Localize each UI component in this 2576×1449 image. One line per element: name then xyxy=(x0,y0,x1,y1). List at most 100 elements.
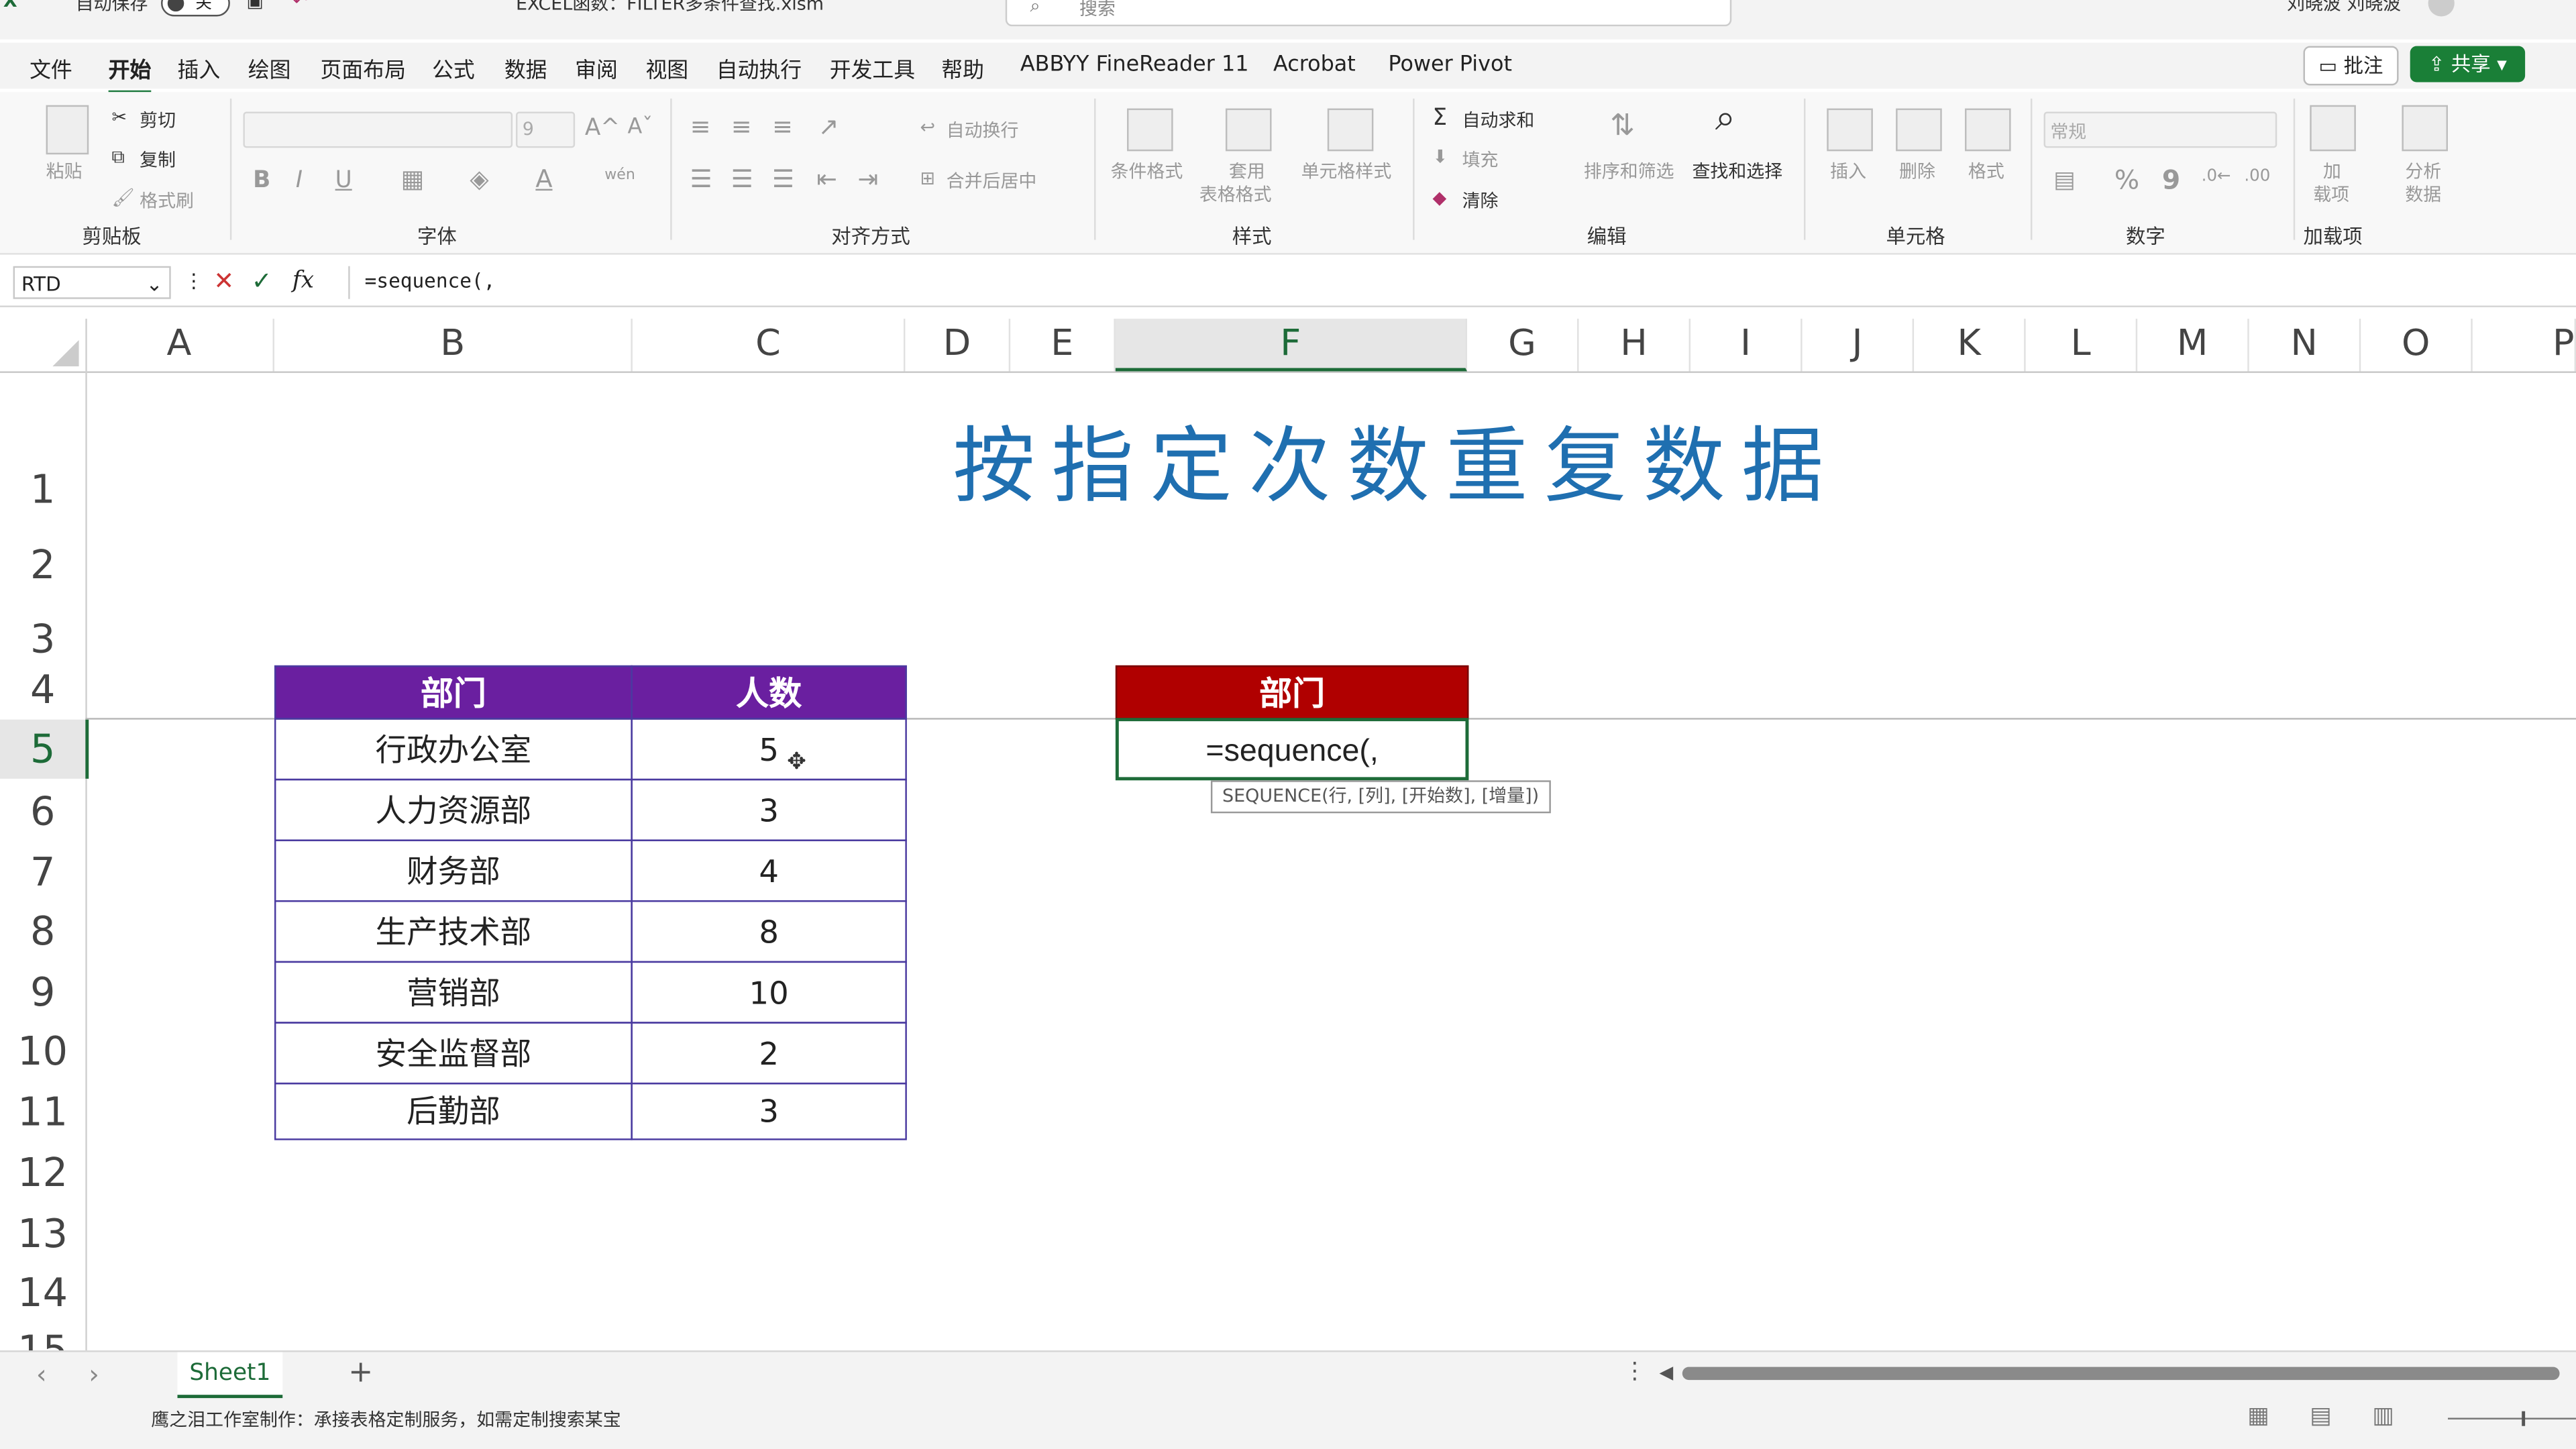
border-icon[interactable]: ▦ xyxy=(401,164,425,194)
row-header-8[interactable]: 8 xyxy=(0,908,85,955)
format-painter-label[interactable]: 格式刷 xyxy=(140,187,194,213)
menu-help[interactable]: 帮助 xyxy=(941,52,984,84)
italic-button[interactable]: I xyxy=(296,168,303,194)
paste-label[interactable]: 粘贴 xyxy=(46,158,83,184)
menu-insert[interactable]: 插入 xyxy=(177,52,220,84)
format-cells-icon[interactable] xyxy=(1965,108,2011,152)
align-middle-icon[interactable]: ≡ xyxy=(731,112,752,142)
table-cell-department[interactable]: 生产技术部 xyxy=(274,900,633,963)
align-left-icon[interactable]: ☰ xyxy=(690,164,712,194)
active-cell-f5[interactable]: =sequence(, xyxy=(1115,718,1469,781)
comma-button[interactable]: 9 xyxy=(2162,164,2180,196)
table-cell-department[interactable]: 后勤部 xyxy=(274,1082,633,1140)
row-header-9[interactable]: 9 xyxy=(0,969,85,1016)
insert-cells-icon[interactable] xyxy=(1827,108,1873,152)
column-header-o[interactable]: O xyxy=(2361,319,2473,372)
column-header-l[interactable]: L xyxy=(2026,319,2138,372)
menu-home[interactable]: 开始 xyxy=(108,52,152,94)
formula-input[interactable]: =sequence(, xyxy=(365,270,496,292)
avatar[interactable] xyxy=(2428,0,2455,17)
column-header-c[interactable]: C xyxy=(633,319,906,372)
table-header-department[interactable]: 部门 xyxy=(274,665,633,720)
align-right-icon[interactable]: ☰ xyxy=(772,164,794,194)
menu-file[interactable]: 文件 xyxy=(30,52,72,84)
phonetic-icon[interactable]: wén xyxy=(604,168,635,184)
row-header-6[interactable]: 6 xyxy=(0,789,85,835)
column-header-i[interactable]: I xyxy=(1690,319,1803,372)
table-cell-headcount[interactable]: 10 xyxy=(631,961,907,1024)
font-color-icon[interactable]: A xyxy=(535,164,552,194)
menu-acrobat[interactable]: Acrobat xyxy=(1273,52,1356,77)
conditional-format-label[interactable]: 条件格式 xyxy=(1111,158,1183,184)
column-header-h[interactable]: H xyxy=(1578,319,1691,372)
cell-styles-label[interactable]: 单元格样式 xyxy=(1301,158,1392,184)
row-header-7[interactable]: 7 xyxy=(0,849,85,896)
column-header-j[interactable]: J xyxy=(1803,319,1915,372)
decrease-indent-icon[interactable]: ⇤ xyxy=(816,164,837,194)
sort-filter-label[interactable]: 排序和筛选 xyxy=(1584,158,1674,184)
format-cells-label[interactable]: 格式 xyxy=(1968,158,2004,184)
fill-icon[interactable]: ⬇ xyxy=(1433,146,1448,168)
prev-sheet-icon[interactable]: ‹ xyxy=(36,1358,47,1390)
row-header-14[interactable]: 14 xyxy=(0,1270,85,1316)
find-icon[interactable]: ⌕ xyxy=(1715,99,1735,140)
column-header-p[interactable]: P xyxy=(2473,319,2576,372)
add-sheet-button[interactable]: + xyxy=(348,1355,373,1389)
menu-developer[interactable]: 开发工具 xyxy=(830,52,915,84)
delete-cells-label[interactable]: 删除 xyxy=(1899,158,1935,184)
column-header-b[interactable]: B xyxy=(274,319,633,372)
copy-label[interactable]: 复制 xyxy=(140,146,176,172)
table-cell-headcount[interactable]: 8 xyxy=(631,900,907,963)
more-icon[interactable]: ⋮ xyxy=(184,270,203,292)
bold-button[interactable]: B xyxy=(253,168,270,194)
table-cell-headcount[interactable]: 3 xyxy=(631,778,907,841)
name-box[interactable]: RTD ⌄ xyxy=(13,266,171,299)
select-all-corner[interactable] xyxy=(0,319,87,372)
cell-styles-icon[interactable] xyxy=(1327,108,1374,152)
row-header-1[interactable]: 1 xyxy=(0,467,85,513)
underline-button[interactable]: U xyxy=(335,168,352,194)
row-header-2[interactable]: 2 xyxy=(0,542,85,588)
next-sheet-icon[interactable]: › xyxy=(89,1358,99,1390)
normal-view-icon[interactable]: ▦ xyxy=(2247,1403,2269,1429)
table-cell-headcount[interactable]: 5 xyxy=(631,718,907,781)
fill-label[interactable]: 填充 xyxy=(1462,146,1499,172)
menu-abbyy[interactable]: ABBYY FineReader 11 xyxy=(1020,52,1249,77)
autosum-icon[interactable]: Σ xyxy=(1433,105,1448,131)
align-bottom-icon[interactable]: ≡ xyxy=(772,112,793,142)
table-cell-department[interactable]: 行政办公室 xyxy=(274,718,633,781)
sheet-tab-sheet1[interactable]: Sheet1 xyxy=(177,1352,283,1399)
autosave-toggle[interactable]: 关 xyxy=(161,0,230,17)
column-header-e[interactable]: E xyxy=(1010,319,1116,372)
column-header-d[interactable]: D xyxy=(905,319,1011,372)
table-header-headcount[interactable]: 人数 xyxy=(631,665,907,720)
wrap-text-icon[interactable]: ↩ xyxy=(920,117,935,138)
conditional-format-icon[interactable] xyxy=(1127,108,1173,152)
menu-power-pivot[interactable]: Power Pivot xyxy=(1388,52,1512,77)
share-button[interactable]: ⇪ 共享 ▾ xyxy=(2410,46,2526,83)
zoom-slider[interactable] xyxy=(2448,1417,2576,1419)
wrap-text-label[interactable]: 自动换行 xyxy=(947,117,1019,143)
menu-view[interactable]: 视图 xyxy=(645,52,688,84)
page-layout-view-icon[interactable]: ▤ xyxy=(2310,1403,2331,1429)
sort-filter-icon[interactable]: ⇅ xyxy=(1610,109,1635,143)
copy-icon[interactable]: ⧉ xyxy=(112,146,125,169)
decrease-decimal-icon[interactable]: .00 xyxy=(2244,168,2270,186)
analyze-data-label-2[interactable]: 数据 xyxy=(2405,180,2441,207)
clear-label[interactable]: 清除 xyxy=(1462,187,1499,213)
menu-draw[interactable]: 绘图 xyxy=(248,52,291,84)
analyze-data-icon[interactable] xyxy=(2402,105,2449,152)
column-header-n[interactable]: N xyxy=(2249,319,2361,372)
menu-formulas[interactable]: 公式 xyxy=(432,52,475,84)
menu-data[interactable]: 数据 xyxy=(504,52,547,84)
table-format-icon[interactable] xyxy=(1225,108,1272,152)
cancel-icon[interactable]: ✕ xyxy=(213,266,234,296)
find-select-label[interactable]: 查找和选择 xyxy=(1692,158,1782,184)
grow-font-icon[interactable]: A^ xyxy=(585,115,620,141)
orientation-icon[interactable]: ↗ xyxy=(818,112,839,142)
clear-icon[interactable]: ◆ xyxy=(1433,187,1447,209)
merge-icon[interactable]: ⊞ xyxy=(920,168,935,189)
table-cell-headcount[interactable]: 3 xyxy=(631,1082,907,1140)
comment-button[interactable]: ▭ 批注 xyxy=(2303,46,2399,86)
percent-button[interactable]: % xyxy=(2114,164,2139,196)
